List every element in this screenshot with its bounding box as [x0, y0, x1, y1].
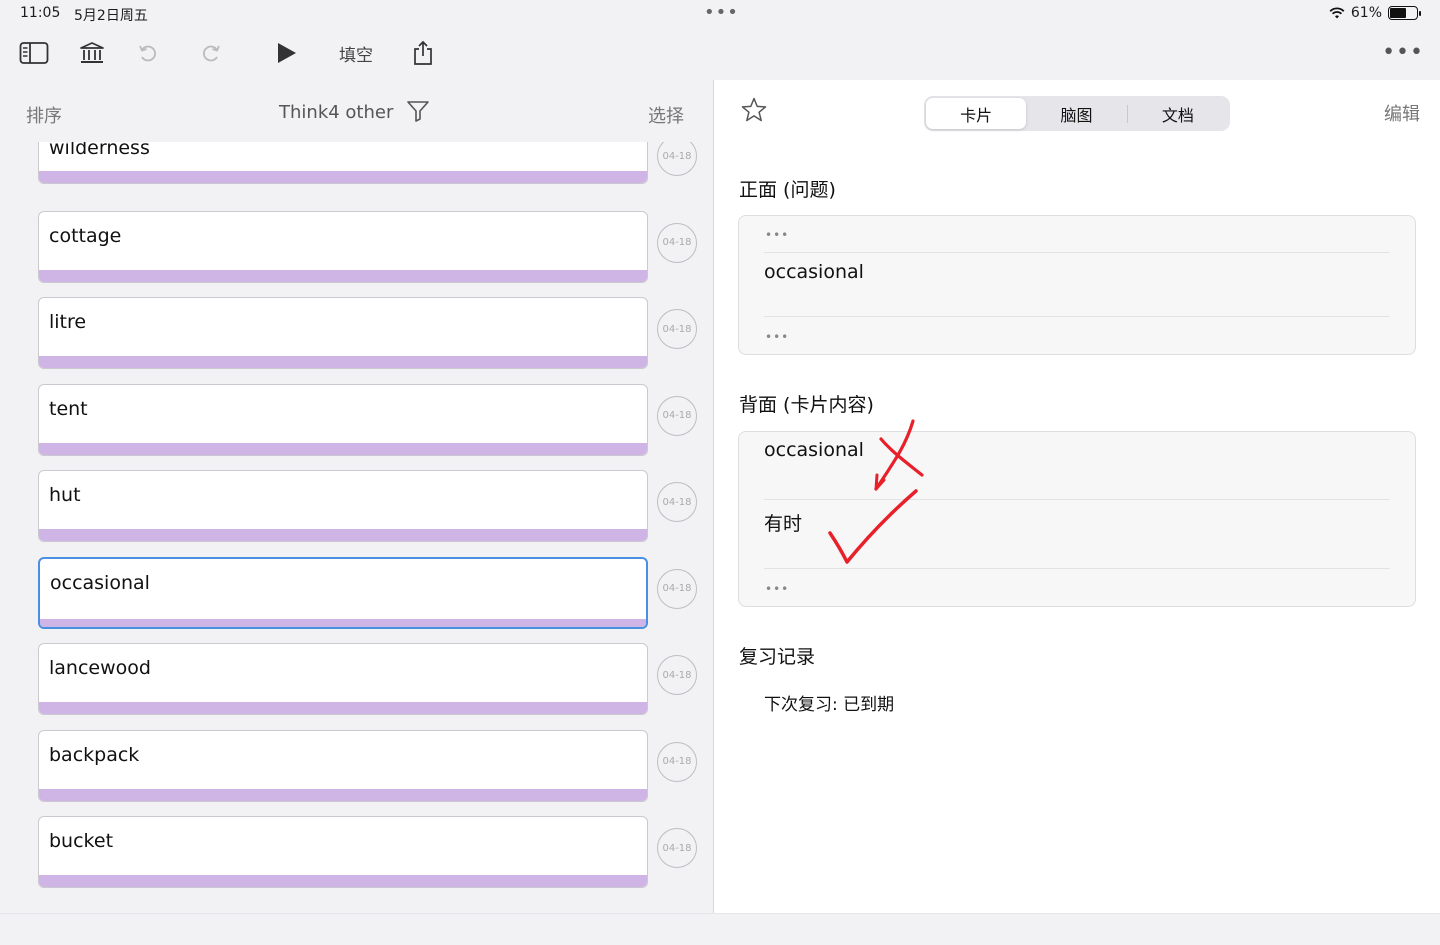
review-section-title: 复习记录: [739, 646, 816, 668]
front-section-title: 正面 (问题): [739, 179, 836, 201]
review-date-badge[interactable]: 04-18: [657, 655, 697, 695]
card-word: hut: [49, 484, 81, 506]
review-date-badge[interactable]: 04-18: [657, 482, 697, 522]
review-date-badge[interactable]: 04-18: [657, 568, 697, 609]
divider: [764, 499, 1390, 500]
review-date-badge[interactable]: 04-18: [657, 395, 697, 436]
back-content-box[interactable]: occasional 有时 •••: [738, 431, 1416, 607]
card-word: tent: [49, 397, 88, 420]
redo-icon[interactable]: [199, 38, 223, 68]
undo-icon[interactable]: [136, 38, 160, 68]
status-time: 11:05: [20, 5, 61, 21]
share-icon[interactable]: [410, 38, 436, 68]
sort-button[interactable]: 排序: [26, 102, 62, 128]
list-header: 排序 Think4 other 选择: [0, 80, 712, 142]
review-date-badge[interactable]: 04-18: [657, 828, 697, 868]
divider: [764, 568, 1390, 569]
card-status-band: [39, 788, 647, 801]
more-options-icon[interactable]: •••: [1382, 40, 1424, 65]
card-item[interactable]: bucket: [38, 816, 648, 888]
filter-icon[interactable]: [406, 100, 430, 126]
card-item[interactable]: lancewood: [38, 643, 648, 715]
edit-button[interactable]: 编辑: [1384, 100, 1420, 126]
card-status-band: [39, 442, 647, 455]
front-bottom-more-icon[interactable]: •••: [765, 330, 789, 344]
card-word: lancewood: [49, 657, 151, 679]
card-detail-panel: 卡片 脑图 文档 编辑 正面 (问题) ••• occasional ••• 背…: [713, 80, 1440, 913]
favorite-star-icon[interactable]: [740, 96, 768, 128]
card-item[interactable]: tent: [38, 383, 648, 456]
fill-blank-button[interactable]: 填空: [336, 38, 376, 68]
multitasking-dots-icon[interactable]: •••: [704, 2, 739, 23]
status-date: 5月2日周五: [74, 8, 148, 24]
review-date-badge[interactable]: 04-18: [657, 136, 697, 176]
review-date-badge[interactable]: 04-18: [657, 222, 697, 263]
card-item[interactable]: cottage: [38, 210, 648, 283]
front-text: occasional: [764, 261, 864, 283]
card-status-band: [39, 269, 647, 282]
card-word: cottage: [49, 224, 122, 247]
card-word: occasional: [50, 571, 150, 594]
front-content-box[interactable]: ••• occasional •••: [738, 215, 1416, 355]
library-icon[interactable]: [78, 38, 106, 68]
back-word: occasional: [764, 439, 864, 461]
bottom-bar: [0, 913, 1440, 945]
card-status-band: [39, 875, 647, 887]
sidebar-toggle-icon[interactable]: [18, 38, 50, 68]
review-date-badge[interactable]: 04-18: [657, 741, 697, 782]
toolbar: 填空 •••: [0, 28, 1440, 80]
back-more-icon[interactable]: •••: [765, 582, 789, 596]
tab-mindmap[interactable]: 脑图: [1026, 98, 1126, 129]
card-item[interactable]: litre: [38, 297, 648, 369]
card-list-panel: 排序 Think4 other 选择 wilderness 04-18 cottag…: [0, 80, 712, 913]
wifi-icon: [1329, 7, 1345, 19]
card-status-band: [39, 529, 647, 541]
tab-document[interactable]: 文档: [1128, 98, 1228, 129]
battery-percent: 61%: [1350, 5, 1382, 21]
back-meaning: 有时: [764, 513, 803, 535]
deck-title: Think4 other: [279, 102, 394, 123]
status-bar: 11:05 5月2日周五 ••• 61%: [0, 0, 1440, 28]
card-word: backpack: [49, 743, 140, 766]
card-item[interactable]: occasional: [38, 556, 648, 629]
card-status-band: [40, 618, 646, 627]
play-icon[interactable]: [273, 38, 299, 68]
back-section-title: 背面 (卡片内容): [739, 394, 874, 416]
divider: [764, 252, 1390, 253]
status-right: 61%: [1329, 5, 1421, 21]
select-button[interactable]: 选择: [648, 102, 684, 128]
front-top-more-icon[interactable]: •••: [765, 228, 789, 242]
divider: [764, 316, 1390, 317]
battery-icon: [1388, 6, 1421, 20]
review-date-badge[interactable]: 04-18: [657, 309, 697, 349]
card-item[interactable]: backpack: [38, 729, 648, 802]
card-status-band: [39, 356, 647, 368]
card-status-band: [39, 171, 647, 183]
view-segmented-control: 卡片 脑图 文档: [924, 96, 1230, 131]
card-word: bucket: [49, 830, 114, 852]
tab-card[interactable]: 卡片: [926, 98, 1027, 129]
next-review-text: 下次复习: 已到期: [764, 695, 895, 715]
card-status-band: [39, 702, 647, 714]
card-word: litre: [49, 311, 87, 333]
card-item[interactable]: hut: [38, 470, 648, 542]
